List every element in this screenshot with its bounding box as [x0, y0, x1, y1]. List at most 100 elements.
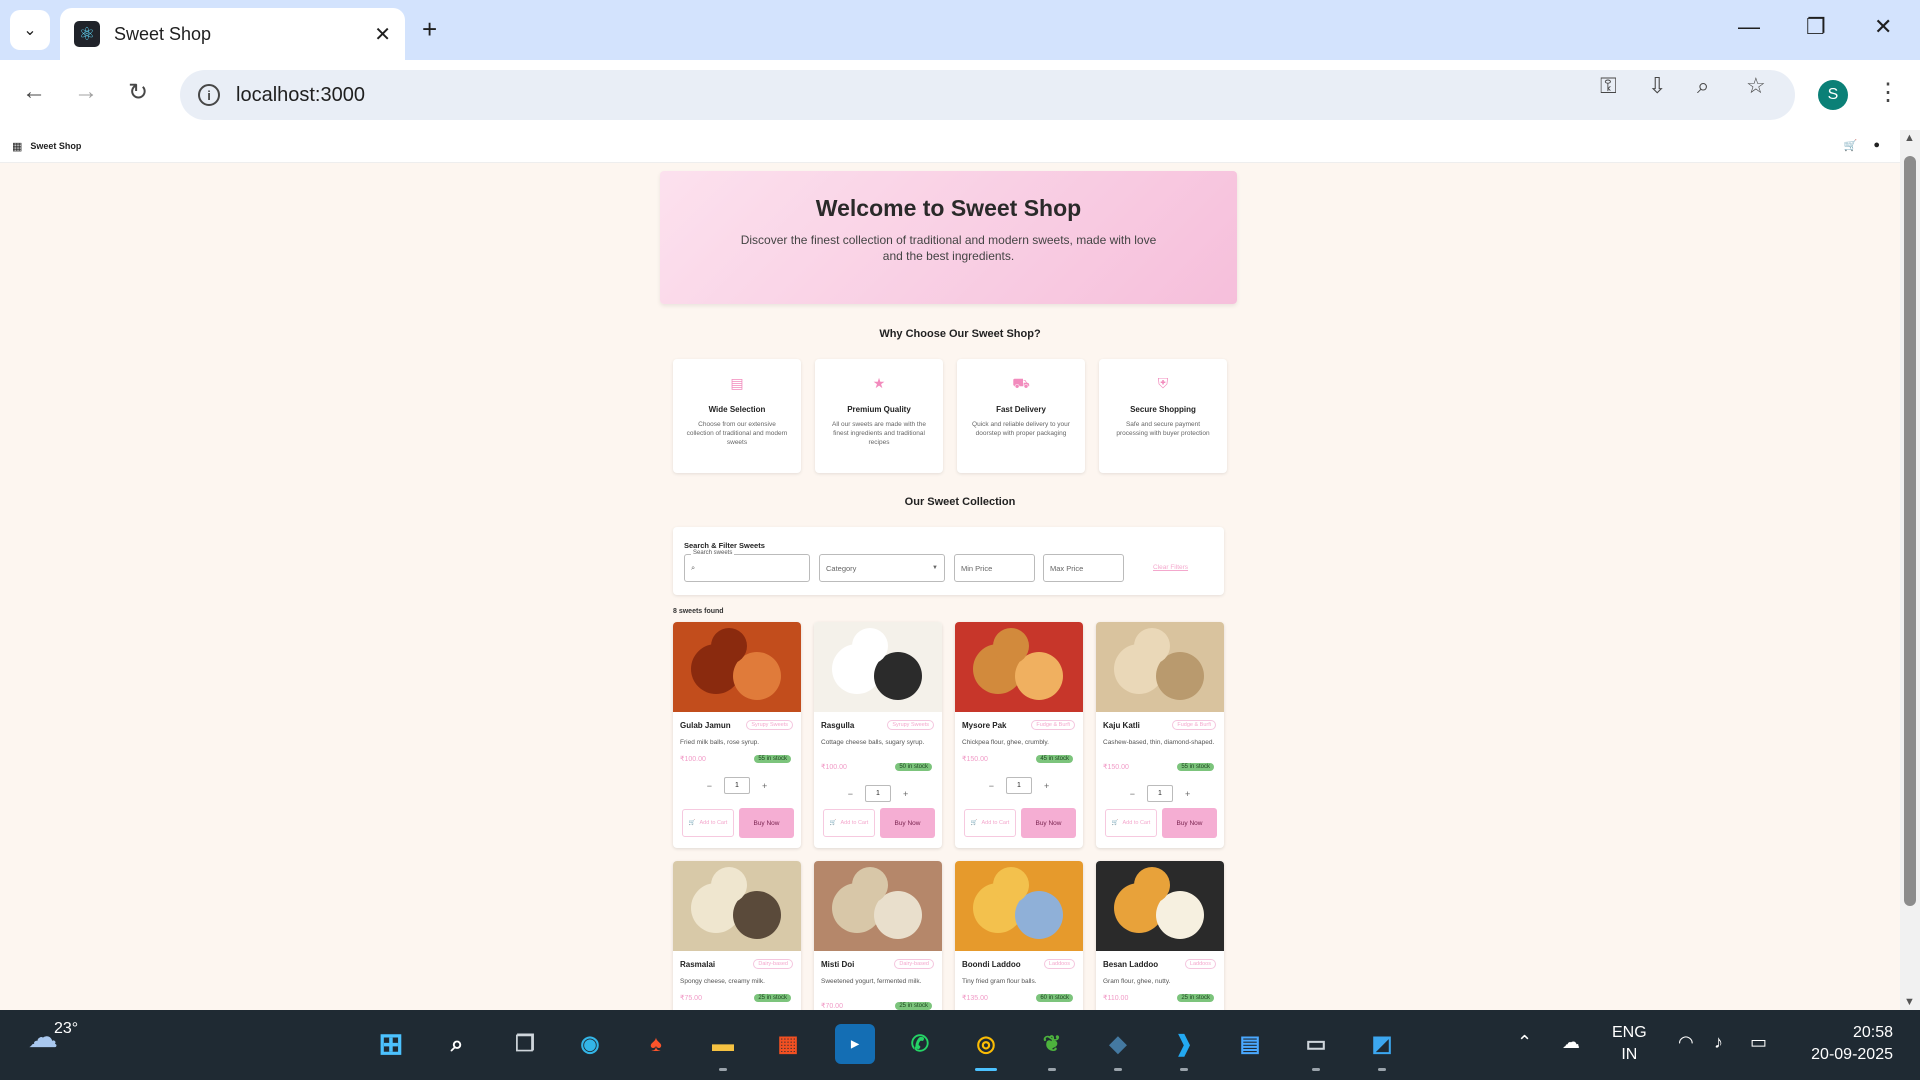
close-tab-icon[interactable]: ✕: [374, 22, 391, 47]
scroll-up-icon[interactable]: ▲: [1904, 132, 1915, 144]
date: 20-09-2025: [1811, 1046, 1893, 1063]
quantity-input[interactable]: 1: [1147, 785, 1173, 802]
cart-icon[interactable]: 🛒: [1844, 139, 1858, 152]
product-name: Boondi Laddoo: [962, 960, 1021, 969]
notepad-icon[interactable]: ▤: [1230, 1024, 1270, 1064]
stock-badge: 25 in stock: [754, 994, 791, 1002]
back-icon[interactable]: ←: [22, 78, 46, 106]
product-image: [673, 861, 801, 951]
bookmark-star-icon[interactable]: ☆: [1746, 73, 1766, 99]
increment-button[interactable]: +: [762, 781, 767, 791]
category-select[interactable]: Category ▼: [819, 554, 945, 582]
forward-icon[interactable]: →: [74, 78, 98, 106]
browser-titlebar: ⌄ ⚛ Sweet Shop ✕ + — ❐ ✕: [0, 0, 1920, 60]
volume-icon[interactable]: ♪: [1714, 1032, 1723, 1053]
product-image: [673, 622, 801, 712]
onedrive-icon[interactable]: ☁: [1562, 1032, 1580, 1053]
brave-icon[interactable]: ♠: [636, 1024, 676, 1064]
new-tab-button[interactable]: +: [422, 14, 437, 45]
add-to-cart-button[interactable]: 🛒 Add to Cart: [682, 809, 734, 837]
feature-card: ⛟ Fast Delivery Quick and reliable deliv…: [957, 359, 1085, 473]
stock-badge: 45 in stock: [1036, 755, 1073, 763]
feature-card: ▤ Wide Selection Choose from our extensi…: [673, 359, 801, 473]
product-grid: Gulab Jamun Syrupy Sweets Fried milk bal…: [673, 622, 1224, 1010]
language-indicator[interactable]: ENG IN: [1612, 1022, 1647, 1066]
weather-widget[interactable]: ☁ 23°: [28, 1020, 78, 1055]
terminal-icon[interactable]: ▭: [1296, 1024, 1336, 1064]
max-price-input[interactable]: Max Price: [1043, 554, 1124, 582]
quantity-input[interactable]: 1: [724, 777, 750, 794]
chevron-up-icon[interactable]: ⌃: [1517, 1032, 1532, 1053]
restore-icon[interactable]: ❐: [1806, 14, 1826, 40]
chevron-down-icon: ⌄: [23, 22, 37, 39]
min-price-input[interactable]: Min Price: [954, 554, 1035, 582]
decrement-button[interactable]: −: [707, 781, 712, 791]
product-name: Misti Doi: [821, 960, 855, 969]
buy-now-button[interactable]: Buy Now: [880, 808, 935, 838]
product-name: Besan Laddoo: [1103, 960, 1159, 969]
page-scrollbar[interactable]: ▲ ▼: [1900, 130, 1920, 1010]
minimize-icon[interactable]: —: [1738, 14, 1760, 40]
url-text[interactable]: localhost:3000: [236, 84, 365, 107]
vscode-icon[interactable]: ❱: [1164, 1024, 1204, 1064]
quantity-input[interactable]: 1: [865, 785, 891, 802]
reload-icon[interactable]: ↻: [128, 78, 148, 107]
search-input[interactable]: Search sweets ⌕: [684, 550, 810, 582]
whatsapp-icon[interactable]: ✆: [900, 1024, 940, 1064]
add-to-cart-button[interactable]: 🛒 Add to Cart: [964, 809, 1016, 837]
decrement-button[interactable]: −: [848, 789, 853, 799]
zoom-icon[interactable]: ⌕: [1697, 73, 1709, 99]
mongodb-compass-icon[interactable]: ❦: [1032, 1024, 1072, 1064]
decrement-button[interactable]: −: [989, 781, 994, 791]
scroll-down-icon[interactable]: ▼: [1904, 996, 1915, 1008]
address-bar[interactable]: i localhost:3000: [180, 70, 1795, 120]
task-view-icon[interactable]: ❐: [505, 1024, 545, 1064]
chrome-icon[interactable]: ◎: [966, 1024, 1006, 1064]
search-icon[interactable]: ⌕: [437, 1024, 477, 1064]
increment-button[interactable]: +: [1185, 789, 1190, 799]
key-icon[interactable]: ⚿: [1600, 73, 1617, 99]
clock[interactable]: 20:58 20-09-2025: [1796, 1022, 1893, 1066]
install-app-icon[interactable]: ⇩: [1648, 73, 1666, 99]
brand-name[interactable]: Sweet Shop: [30, 141, 81, 151]
prime-video-icon[interactable]: ▶: [835, 1024, 875, 1064]
microsoft-store-icon[interactable]: ▦: [768, 1024, 808, 1064]
more-menu-icon[interactable]: ⋮: [1876, 78, 1900, 107]
quantity-input[interactable]: 1: [1006, 777, 1032, 794]
running-indicator: [719, 1068, 727, 1071]
site-info-icon[interactable]: i: [198, 84, 220, 106]
photos-icon[interactable]: ◩: [1362, 1024, 1402, 1064]
buy-now-button[interactable]: Buy Now: [1162, 808, 1217, 838]
decrement-button[interactable]: −: [1130, 789, 1135, 799]
windows-start-icon[interactable]: ⊞: [371, 1024, 411, 1064]
buy-now-button[interactable]: Buy Now: [1021, 808, 1076, 838]
shield-icon: ⛨: [1157, 375, 1169, 391]
battery-icon[interactable]: ▭: [1750, 1032, 1767, 1053]
product-image: [955, 622, 1083, 712]
buy-now-button[interactable]: Buy Now: [739, 808, 794, 838]
product-image: [955, 861, 1083, 951]
wifi-icon[interactable]: ◠: [1678, 1032, 1694, 1053]
category-placeholder: Category: [826, 563, 857, 573]
add-to-cart-button[interactable]: 🛒 Add to Cart: [823, 809, 875, 837]
file-explorer-icon[interactable]: ▬: [703, 1024, 743, 1064]
store-icon: ▦: [12, 140, 23, 153]
product-card: Rasmalai Dairy-based Spongy cheese, crea…: [673, 861, 801, 1010]
add-to-cart-button[interactable]: 🛒 Add to Cart: [1105, 809, 1157, 837]
close-window-icon[interactable]: ✕: [1874, 14, 1892, 40]
max-price-placeholder: Max Price: [1050, 563, 1084, 573]
mysql-workbench-icon[interactable]: ◆: [1098, 1024, 1138, 1064]
increment-button[interactable]: +: [903, 789, 908, 799]
scrollbar-thumb[interactable]: [1904, 156, 1916, 906]
profile-avatar[interactable]: S: [1818, 80, 1848, 110]
product-price: ₹110.00: [1103, 995, 1129, 1002]
edge-icon[interactable]: ◉: [570, 1024, 610, 1064]
feature-desc: Quick and reliable delivery to your door…: [972, 421, 1070, 437]
browser-tab[interactable]: ⚛ Sweet Shop ✕: [60, 8, 405, 60]
account-icon[interactable]: ●: [1873, 139, 1880, 152]
hero-banner: Welcome to Sweet Shop Discover the fines…: [660, 171, 1237, 304]
clear-filters-button[interactable]: Clear Filters: [1153, 564, 1188, 571]
cart-icon: 🛒: [829, 820, 837, 826]
tab-search-button[interactable]: ⌄: [10, 10, 50, 50]
increment-button[interactable]: +: [1044, 781, 1049, 791]
